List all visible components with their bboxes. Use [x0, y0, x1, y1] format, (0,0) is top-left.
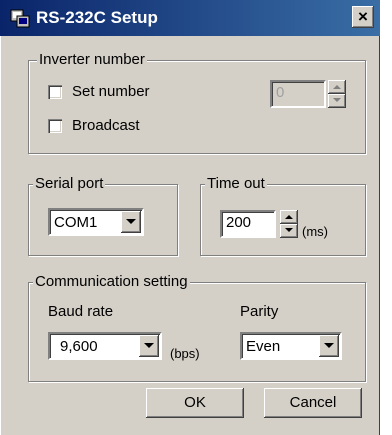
time-out-legend: Time out	[205, 174, 267, 194]
time-out-input[interactable]: 200	[220, 210, 276, 238]
parity-select[interactable]: Even	[240, 332, 342, 360]
baud-rate-dropdown-button[interactable]	[139, 335, 159, 357]
arrow-down-icon	[285, 228, 293, 232]
baud-rate-select[interactable]: 9,600	[48, 332, 162, 360]
time-out-spinner[interactable]	[280, 210, 298, 238]
broadcast-label: Broadcast	[72, 117, 140, 134]
time-out-unit: (ms)	[302, 224, 328, 239]
spin-up-button[interactable]	[328, 80, 346, 94]
serial-port-value: COM1	[54, 214, 98, 231]
window-title: RS-232C Setup	[36, 8, 158, 27]
chevron-down-icon	[144, 343, 154, 348]
parity-dropdown-button[interactable]	[319, 335, 339, 357]
serial-port-select[interactable]: COM1	[48, 208, 144, 236]
chevron-down-icon	[324, 343, 334, 348]
parity-label: Parity	[240, 303, 279, 320]
baud-rate-value: 9,600	[60, 338, 98, 355]
inverter-number-legend: Inverter number	[37, 50, 147, 70]
serial-port-dropdown-button[interactable]	[121, 211, 141, 233]
set-number-checkbox[interactable]	[48, 85, 62, 99]
set-number-label: Set number	[72, 83, 150, 100]
arrow-up-icon	[285, 215, 293, 219]
broadcast-checkbox[interactable]	[48, 119, 62, 133]
app-window-icon	[10, 8, 30, 28]
serial-port-legend: Serial port	[33, 174, 106, 194]
inverter-number-input[interactable]: 0	[270, 80, 326, 108]
title-bar[interactable]: RS-232C Setup ×	[0, 0, 380, 36]
time-out-up-button[interactable]	[280, 210, 298, 224]
spin-down-button[interactable]	[328, 94, 346, 108]
baud-rate-label: Baud rate	[48, 303, 114, 320]
close-button[interactable]: ×	[352, 6, 374, 28]
arrow-down-icon	[333, 98, 341, 102]
rs232c-setup-dialog: RS-232C Setup × Inverter number Set numb…	[0, 0, 380, 435]
arrow-up-icon	[333, 85, 341, 89]
cancel-button[interactable]: Cancel	[264, 388, 362, 418]
close-icon: ×	[358, 7, 368, 26]
parity-value: Even	[246, 338, 281, 355]
chevron-down-icon	[126, 219, 136, 224]
baud-rate-unit: (bps)	[170, 346, 200, 361]
ok-button[interactable]: OK	[146, 388, 244, 418]
communication-setting-legend: Communication setting	[33, 272, 190, 292]
inverter-number-spinner[interactable]	[328, 80, 346, 108]
time-out-down-button[interactable]	[280, 224, 298, 238]
